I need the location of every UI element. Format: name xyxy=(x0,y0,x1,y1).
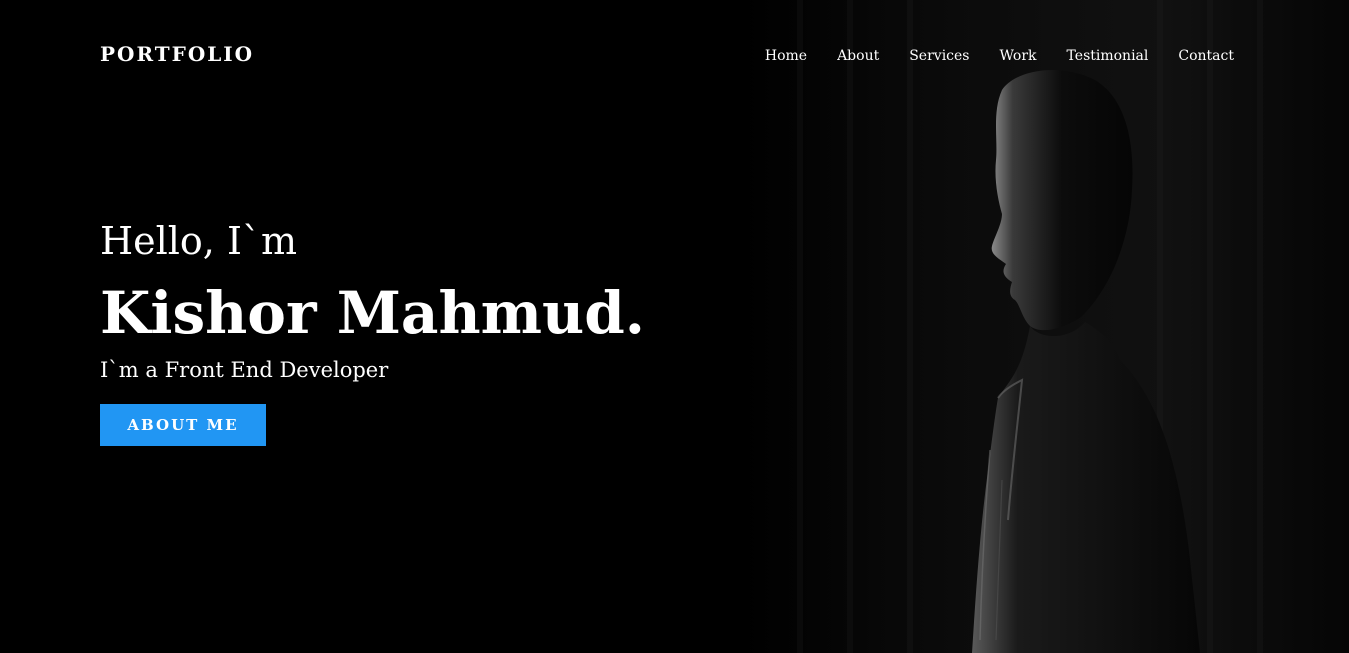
main-nav: Home About Services Work Testimonial Con… xyxy=(765,45,1234,64)
site-logo[interactable]: PORTFOLIO xyxy=(100,42,254,66)
nav-item-about: About xyxy=(837,45,879,64)
hero-name: Kishor Mahmud. xyxy=(100,279,645,347)
hero-greeting: Hello, I`m xyxy=(100,219,298,263)
nav-item-testimonial: Testimonial xyxy=(1067,45,1149,64)
nav-link-about[interactable]: About xyxy=(837,48,879,64)
nav-item-work: Work xyxy=(999,45,1036,64)
hero-section: PORTFOLIO Home About Services Work Testi… xyxy=(0,0,1349,653)
nav-link-testimonial[interactable]: Testimonial xyxy=(1067,48,1149,64)
nav-link-services[interactable]: Services xyxy=(909,48,969,64)
about-me-button[interactable]: ABOUT ME xyxy=(100,404,266,446)
nav-link-contact[interactable]: Contact xyxy=(1178,48,1234,64)
top-navbar: PORTFOLIO Home About Services Work Testi… xyxy=(0,0,1349,110)
hero-content: Hello, I`m Kishor Mahmud. I`m a Front En… xyxy=(100,215,645,446)
nav-item-home: Home xyxy=(765,45,807,64)
nav-link-home[interactable]: Home xyxy=(765,48,807,64)
nav-item-contact: Contact xyxy=(1178,45,1234,64)
nav-link-work[interactable]: Work xyxy=(999,48,1036,64)
nav-item-services: Services xyxy=(909,45,969,64)
hero-role: I`m a Front End Developer xyxy=(100,358,389,382)
